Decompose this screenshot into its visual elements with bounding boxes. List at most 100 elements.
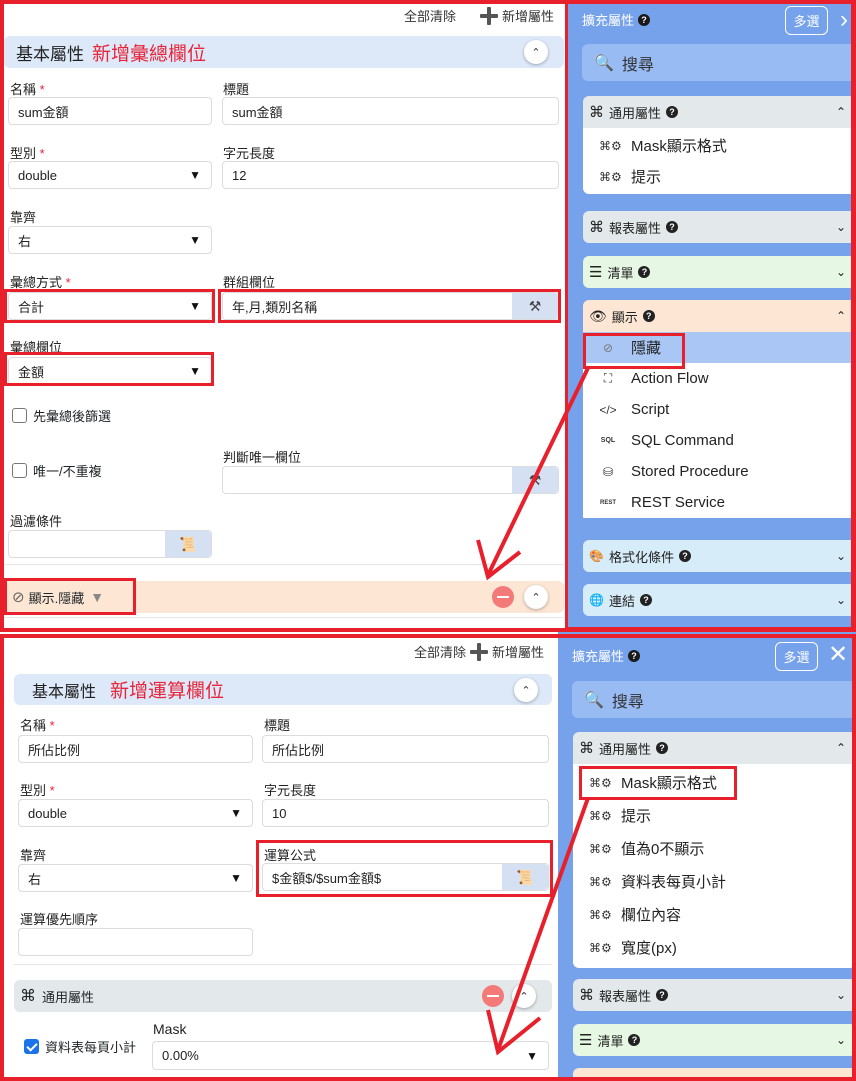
group-header-display[interactable]: 👁 顯示? ⌃ bbox=[583, 300, 856, 332]
subtotal-checkbox[interactable]: 資料表每頁小計 bbox=[24, 1037, 136, 1056]
tools-icon[interactable]: ⚒ bbox=[512, 467, 558, 493]
display-section-header[interactable]: ⊘ 顯示.隱藏 ▼ ⌃ bbox=[4, 581, 564, 613]
command-gear-icon: ⌘⚙ bbox=[589, 874, 612, 889]
list-item[interactable]: ⌘⚙ Mask顯示格式 bbox=[573, 766, 856, 799]
list-item[interactable]: ⌘⚙ 提示 bbox=[573, 799, 856, 832]
list-item[interactable]: ⌘⚙ 寬度(px) bbox=[573, 931, 856, 964]
list-item[interactable]: ⌘⚙ 資料表每頁小計 bbox=[573, 865, 856, 898]
group-header-format-conditions[interactable]: 🎨 格式化條件? ⌄ bbox=[583, 540, 856, 572]
checkbox[interactable] bbox=[12, 408, 27, 423]
script-icon[interactable]: 📜 bbox=[165, 531, 211, 557]
type-select[interactable]: double ▼ bbox=[8, 161, 212, 189]
chevron-right-icon[interactable]: › bbox=[840, 6, 848, 34]
type-select[interactable]: double ▼ bbox=[18, 799, 253, 827]
list-item[interactable]: REST REST Service bbox=[583, 487, 856, 518]
clear-all-button[interactable]: 全部清除 bbox=[404, 6, 456, 25]
collapse-button[interactable]: ⌃ bbox=[524, 585, 548, 609]
group-header-report[interactable]: ⌘ 報表屬性? ⌄ bbox=[583, 211, 856, 243]
type-label: 型別 * bbox=[10, 146, 45, 161]
command-icon: ⌘ bbox=[589, 219, 604, 236]
list-item[interactable]: ⌘⚙ 提示 bbox=[583, 161, 856, 192]
group-header-report[interactable]: ⌘ 報表屬性? ⌄ bbox=[573, 979, 856, 1011]
add-property-button[interactable]: 新增屬性 bbox=[479, 6, 554, 25]
name-input[interactable]: 所佔比例 bbox=[18, 735, 253, 763]
help-icon[interactable]: ? bbox=[638, 13, 651, 26]
script-icon[interactable]: 📜 bbox=[502, 864, 548, 890]
agg-field-select[interactable]: 金額 ▼ bbox=[8, 357, 212, 385]
align-select[interactable]: 右 ▼ bbox=[18, 864, 253, 892]
tools-icon[interactable]: ⚒ bbox=[512, 293, 558, 319]
agg-method-select[interactable]: 合計 ▼ bbox=[8, 292, 212, 320]
group-header-list[interactable]: ☰ 清單? ⌄ bbox=[573, 1024, 856, 1056]
group-header-link[interactable]: 🌐 連結? ⌄ bbox=[583, 584, 856, 616]
remove-section-button[interactable] bbox=[482, 985, 504, 1007]
checkbox-checked[interactable] bbox=[24, 1039, 39, 1054]
list-item[interactable]: SQL SQL Command bbox=[583, 425, 856, 456]
command-gear-icon: ⌘⚙ bbox=[589, 940, 612, 955]
group-header-general[interactable]: ⌘ 通用屬性? ⌃ bbox=[583, 96, 856, 128]
help-icon[interactable]: ? bbox=[666, 221, 679, 233]
help-icon[interactable]: ? bbox=[678, 550, 691, 562]
mask-select[interactable]: 0.00% ▼ bbox=[152, 1041, 549, 1070]
name-input[interactable]: sum金額 bbox=[8, 97, 212, 125]
length-input[interactable]: 12 bbox=[222, 161, 559, 189]
list-item[interactable]: ⛁ Stored Procedure bbox=[583, 456, 856, 487]
general-section-header[interactable]: ⌘ 通用屬性 ⌃ bbox=[14, 980, 552, 1012]
list-item[interactable]: ⛶ Action Flow bbox=[583, 363, 856, 394]
help-icon[interactable]: ? bbox=[642, 310, 655, 322]
list-item[interactable]: ⌘⚙ 欄位內容 bbox=[573, 898, 856, 931]
group-general: ⌘ 通用屬性? ⌃ ⌘⚙ Mask顯示格式 ⌘⚙ 提示 bbox=[583, 96, 856, 194]
command-gear-icon: ⌘⚙ bbox=[589, 841, 612, 856]
collapse-button[interactable]: ⌃ bbox=[514, 678, 538, 702]
multi-select-button[interactable]: 多選 bbox=[775, 642, 818, 671]
group-header-general[interactable]: ⌘ 通用屬性? ⌃ bbox=[573, 732, 856, 764]
help-icon[interactable]: ? bbox=[638, 266, 651, 278]
agg-field-label: 彙總欄位 bbox=[10, 340, 63, 355]
collapse-button[interactable]: ⌃ bbox=[512, 984, 536, 1008]
divider bbox=[14, 964, 552, 965]
length-input[interactable]: 10 bbox=[262, 799, 549, 827]
search-input[interactable]: 🔍 搜尋 bbox=[572, 681, 856, 718]
filter-label: 過濾條件 bbox=[10, 514, 63, 529]
align-select[interactable]: 右 ▼ bbox=[8, 226, 212, 254]
group-header-list[interactable]: ☰ 清單? ⌄ bbox=[583, 256, 856, 288]
chevron-up-icon: ⌃ bbox=[835, 309, 846, 323]
search-input[interactable]: 🔍 搜尋 bbox=[582, 44, 856, 81]
list-item[interactable]: ⌘⚙ Mask顯示格式 bbox=[583, 130, 856, 161]
name-label: 名稱 * bbox=[10, 82, 45, 97]
search-icon: 🔍 bbox=[584, 691, 604, 709]
group-fields-input[interactable]: 年,月,類別名稱 ⚒ bbox=[222, 292, 559, 320]
help-icon[interactable]: ? bbox=[656, 742, 669, 754]
agg-then-filter-checkbox[interactable]: 先彙總後篩選 bbox=[12, 406, 111, 425]
command-icon: ⌘ bbox=[589, 104, 604, 121]
add-property-button[interactable]: 新增屬性 bbox=[469, 642, 544, 661]
help-icon[interactable]: ? bbox=[639, 594, 652, 606]
help-icon[interactable]: ? bbox=[628, 649, 641, 662]
help-icon[interactable]: ? bbox=[666, 106, 679, 118]
caret-down-icon[interactable]: ▼ bbox=[90, 589, 104, 605]
group-header-partial bbox=[573, 1068, 856, 1081]
list-item-selected[interactable]: ⊘ 隱藏 bbox=[583, 332, 856, 363]
collapse-button[interactable]: ⌃ bbox=[524, 40, 548, 64]
caption-input[interactable]: sum金額 bbox=[222, 97, 559, 125]
formula-input[interactable]: $金額$/$sum金額$ 📜 bbox=[262, 863, 549, 891]
length-label: 字元長度 bbox=[264, 783, 317, 798]
filter-input[interactable]: 📜 bbox=[8, 530, 212, 558]
clear-all-button[interactable]: 全部清除 bbox=[414, 642, 466, 661]
basic-section-header[interactable]: 基本屬性 新增彙總欄位 ⌃ bbox=[4, 36, 564, 68]
help-icon[interactable]: ? bbox=[656, 989, 669, 1001]
list-item[interactable]: </> Script bbox=[583, 394, 856, 425]
unique-field-input[interactable]: ⚒ bbox=[222, 466, 559, 494]
priority-input[interactable] bbox=[18, 928, 253, 956]
basic-section-header[interactable]: 基本屬性 新增運算欄位 ⌃ bbox=[14, 674, 552, 705]
unique-checkbox[interactable]: 唯一/不重複 bbox=[12, 461, 102, 480]
close-icon[interactable]: ✕ bbox=[828, 640, 848, 669]
multi-select-button[interactable]: 多選 bbox=[785, 6, 828, 35]
remove-section-button[interactable] bbox=[492, 586, 514, 608]
checkbox[interactable] bbox=[12, 463, 27, 478]
computed-field-panel: 全部清除 新增屬性 基本屬性 新增運算欄位 ⌃ 名稱 * 所佔比例 標題 所佔比… bbox=[0, 632, 856, 1081]
caption-input[interactable]: 所佔比例 bbox=[262, 735, 549, 763]
help-icon[interactable]: ? bbox=[628, 1034, 641, 1046]
list-icon: ☰ bbox=[579, 1032, 593, 1049]
list-item[interactable]: ⌘⚙ 值為0不顯示 bbox=[573, 832, 856, 865]
